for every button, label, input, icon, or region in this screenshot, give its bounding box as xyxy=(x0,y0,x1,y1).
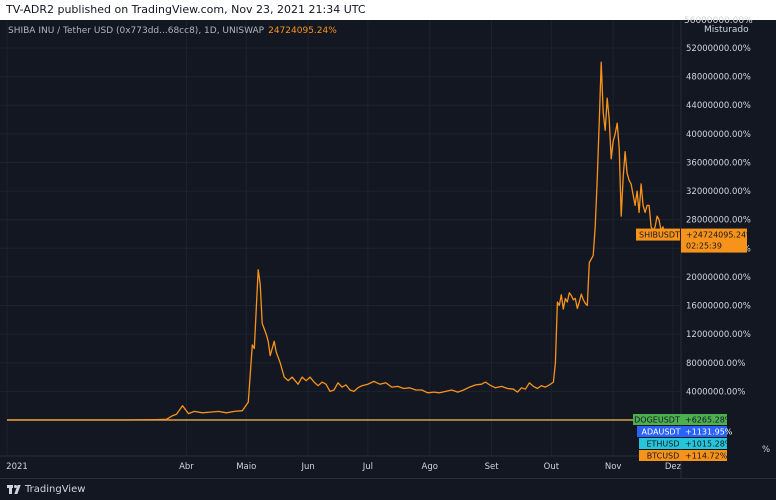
symbol-legend[interactable]: SHIBA INU / Tether USD (0x773dd...68cc8)… xyxy=(8,26,337,36)
series-name-dogeusdt: DOGEUSDT xyxy=(634,416,680,425)
x-tick-label: 2021 xyxy=(6,462,28,472)
x-tick-label: Nov xyxy=(605,462,622,472)
series-name-shibusdt: SHIBUSDT xyxy=(639,231,680,240)
x-tick-label: Dez xyxy=(665,462,682,472)
x-tick-label: Maio xyxy=(236,462,256,472)
tradingview-logo-icon xyxy=(7,485,21,494)
countdown-shibusdt: 02:25:39 xyxy=(686,242,722,251)
y-tick-label: 48000000.00% xyxy=(686,73,751,83)
x-tick-label: Jul xyxy=(362,462,373,472)
y-tick-label: 4000000.00% xyxy=(686,387,745,397)
series-name-ethusd: ETHUSD xyxy=(646,440,679,449)
series-line-shibusdt xyxy=(7,61,666,421)
x-tick-label: Jun xyxy=(300,462,314,472)
grid-lines xyxy=(0,20,680,456)
tradingview-brand: TradingView xyxy=(25,484,86,495)
series-name-btcusd: BTCUSD xyxy=(647,452,680,461)
x-tick-label: Abr xyxy=(179,462,194,472)
x-tick-label: Set xyxy=(485,462,500,472)
tradingview-logo[interactable]: TradingView xyxy=(7,484,85,495)
y-tick-label: 36000000.00% xyxy=(686,158,751,168)
series-name-adausdt: ADAUSDT xyxy=(642,428,681,437)
value-label-dogeusdt: +6265.28% xyxy=(685,416,733,425)
footer-bar: TradingView xyxy=(0,478,776,500)
value-label-ethusd: +1015.28% xyxy=(685,440,733,449)
x-tick-label: Ago xyxy=(422,462,438,472)
x-tick-label: Out xyxy=(544,462,560,472)
y-tick-label-partial: % xyxy=(762,445,770,455)
y-tick-label: 40000000.00% xyxy=(686,130,751,140)
publish-banner: TV-ADR2 published on TradingView.com, No… xyxy=(0,0,776,20)
series-lines xyxy=(7,61,666,421)
symbol-change: 24724095.24% xyxy=(268,26,337,36)
value-label-adausdt: +1131.95% xyxy=(685,428,733,437)
publish-info: TV-ADR2 published on TradingView.com, No… xyxy=(6,3,366,16)
chart-area[interactable]: 4000000.00% 8000000.00% 12000000.00% 160000… xyxy=(0,16,776,478)
y-tick-label: 12000000.00% xyxy=(686,330,751,340)
y-tick-label: 28000000.00% xyxy=(686,216,751,226)
y-tick-label: 16000000.00% xyxy=(686,302,751,312)
axes: 4000000.00% 8000000.00% 12000000.00% 160000… xyxy=(0,20,770,478)
y-tick-label: 32000000.00% xyxy=(686,187,751,197)
value-label-btcusd: +114.72% xyxy=(685,452,728,461)
scale-mode-button[interactable]: Misturado xyxy=(702,25,751,35)
price-chart[interactable]: 4000000.00% 8000000.00% 12000000.00% 160000… xyxy=(0,20,776,478)
y-tick-label: 52000000.00% xyxy=(686,44,751,54)
y-tick-label: 8000000.00% xyxy=(686,359,745,369)
y-tick-label: 44000000.00% xyxy=(686,101,751,111)
value-label-shibusdt: +24724095.24% xyxy=(686,231,754,240)
price-labels: SHIBUSDT +24724095.24% 02:25:39 DOGEUSDT +62… xyxy=(633,228,754,461)
symbol-description: SHIBA INU / Tether USD (0x773dd...68cc8)… xyxy=(8,26,265,36)
y-tick-label: 20000000.00% xyxy=(686,273,751,283)
